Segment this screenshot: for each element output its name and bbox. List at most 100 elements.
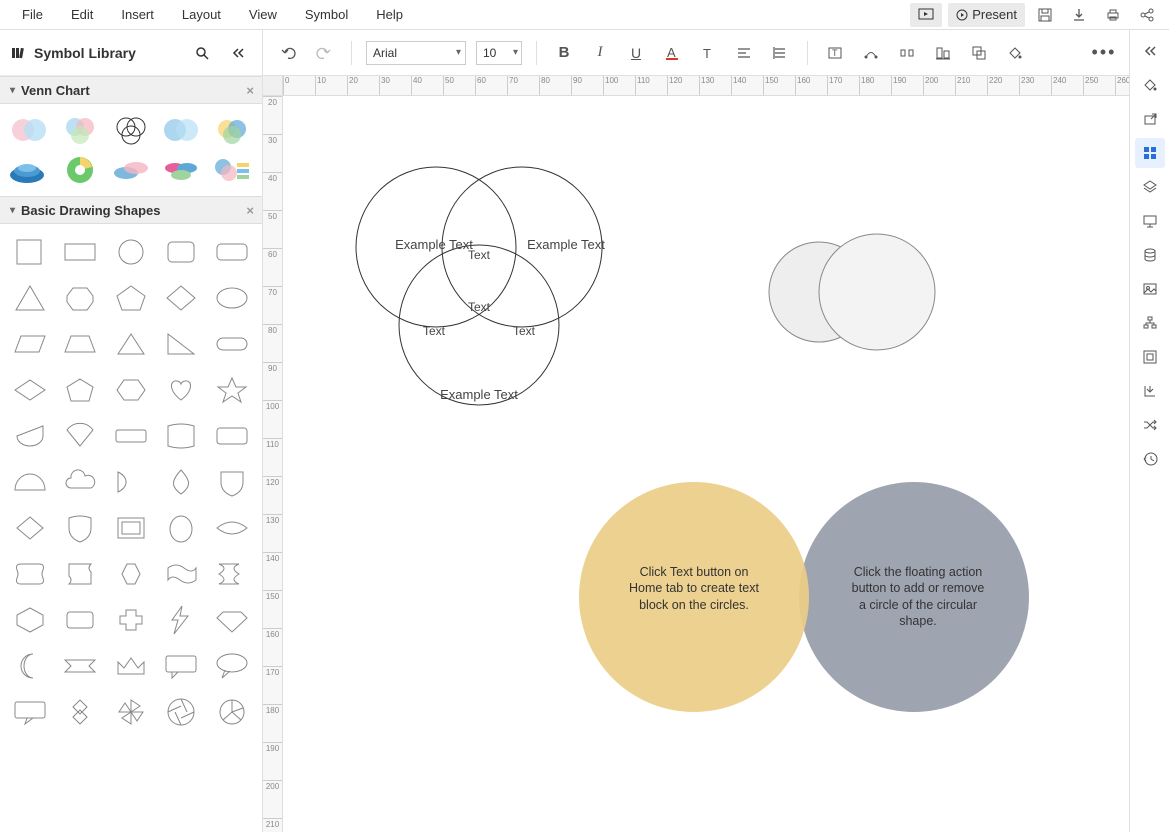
database-tool[interactable] xyxy=(1135,240,1165,270)
shape-rect4[interactable] xyxy=(210,416,254,456)
menu-insert[interactable]: Insert xyxy=(107,1,168,28)
font-color-button[interactable]: A xyxy=(659,41,685,65)
section-basic-close[interactable]: × xyxy=(246,203,254,218)
text-box-button[interactable]: T xyxy=(822,41,848,65)
align-button[interactable] xyxy=(731,41,757,65)
shape-shield[interactable] xyxy=(210,462,254,502)
menu-edit[interactable]: Edit xyxy=(57,1,107,28)
shape-rect[interactable] xyxy=(58,232,102,272)
shape-callout-rect2[interactable] xyxy=(8,692,52,732)
shape-hexagon3[interactable] xyxy=(8,600,52,640)
shape-shield2[interactable] xyxy=(58,508,102,548)
shape-pentagon2[interactable] xyxy=(58,370,102,410)
shape-roundrect3[interactable] xyxy=(58,600,102,640)
print-button[interactable] xyxy=(1099,3,1127,27)
venn-shape-3flat[interactable] xyxy=(158,152,204,188)
shape-right-triangle[interactable] xyxy=(159,324,203,364)
presentation-tool[interactable] xyxy=(1135,206,1165,236)
more-button[interactable]: ••• xyxy=(1091,41,1117,65)
shape-square[interactable] xyxy=(8,232,52,272)
shape-wave2[interactable] xyxy=(210,554,254,594)
tree-tool[interactable] xyxy=(1135,308,1165,338)
section-basic-header[interactable]: ▾ Basic Drawing Shapes × xyxy=(0,196,262,224)
shape-heart[interactable] xyxy=(159,370,203,410)
align-objects-button[interactable] xyxy=(930,41,956,65)
shape-plaque[interactable] xyxy=(58,554,102,594)
bold-button[interactable]: B xyxy=(551,41,577,65)
shuffle-tool[interactable] xyxy=(1135,410,1165,440)
shape-callout-rect[interactable] xyxy=(159,646,203,686)
shape-triangle[interactable] xyxy=(8,278,52,318)
shape-drop[interactable] xyxy=(8,416,52,456)
shape-cross[interactable] xyxy=(109,600,153,640)
underline-button[interactable]: U xyxy=(623,41,649,65)
shape-octagon[interactable] xyxy=(58,278,102,318)
shape-stadium[interactable] xyxy=(210,324,254,364)
collapse-left-button[interactable] xyxy=(224,41,252,65)
shape-hexagon2[interactable] xyxy=(109,554,153,594)
venn-shape-green-pie[interactable] xyxy=(57,152,103,188)
shape-halfcircle[interactable] xyxy=(8,462,52,502)
fill-tool[interactable] xyxy=(1135,70,1165,100)
menu-file[interactable]: File xyxy=(8,1,57,28)
venn1-center-text[interactable]: Text xyxy=(464,300,494,316)
venn-shape-3color[interactable] xyxy=(57,112,103,148)
shape-triangle2[interactable] xyxy=(109,324,153,364)
venn-shape-2pastel[interactable] xyxy=(6,112,52,148)
shape-gem[interactable] xyxy=(210,600,254,640)
venn1-centertop-text[interactable]: Text xyxy=(464,248,494,264)
shape-ellipse[interactable] xyxy=(210,278,254,318)
font-select[interactable]: Arial xyxy=(366,41,466,65)
menu-help[interactable]: Help xyxy=(362,1,417,28)
present-button[interactable]: Present xyxy=(948,3,1025,27)
shape-cloud[interactable] xyxy=(58,462,102,502)
venn-shape-ellipses[interactable] xyxy=(108,152,154,188)
slideshow-button[interactable] xyxy=(910,3,942,27)
font-size-select[interactable]: 10 xyxy=(476,41,522,65)
venn1-topright-text[interactable]: Example Text xyxy=(526,237,606,254)
canvas[interactable]: Example Text Example Text Example Text T… xyxy=(284,97,1129,832)
venn-shape-list[interactable] xyxy=(209,152,255,188)
venn-shape-3outline[interactable] xyxy=(108,112,154,148)
shape-star[interactable] xyxy=(210,370,254,410)
shape-trapezoid[interactable] xyxy=(58,324,102,364)
menu-layout[interactable]: Layout xyxy=(168,1,235,28)
spacing-button[interactable] xyxy=(767,41,793,65)
export-tool[interactable] xyxy=(1135,104,1165,134)
collapse-right-button[interactable] xyxy=(1135,36,1165,66)
shape-lens[interactable] xyxy=(210,508,254,548)
shape-ribbon[interactable] xyxy=(58,646,102,686)
shape-roundrect2[interactable] xyxy=(210,232,254,272)
venn1-centerright-text[interactable]: Text xyxy=(509,324,539,340)
shape-diamond[interactable] xyxy=(159,278,203,318)
image-tool[interactable] xyxy=(1135,274,1165,304)
venn-shape-stacked-blue[interactable] xyxy=(6,152,52,188)
fill-button[interactable] xyxy=(1002,41,1028,65)
venn-grey-text[interactable]: Click the floating action button to add … xyxy=(850,564,986,629)
italic-button[interactable]: I xyxy=(587,41,613,65)
undo-button[interactable] xyxy=(275,41,301,65)
shape-moon[interactable] xyxy=(8,646,52,686)
section-venn-header[interactable]: ▾ Venn Chart × xyxy=(0,76,262,104)
text-format-button[interactable]: T xyxy=(695,41,721,65)
shape-bracket[interactable] xyxy=(8,554,52,594)
venn1-bottom-text[interactable]: Example Text xyxy=(429,387,529,404)
shape-circle[interactable] xyxy=(109,232,153,272)
menu-view[interactable]: View xyxy=(235,1,291,28)
shape-egg[interactable] xyxy=(159,508,203,548)
menu-symbol[interactable]: Symbol xyxy=(291,1,362,28)
shape-pie[interactable] xyxy=(210,692,254,732)
shape-note[interactable] xyxy=(159,416,203,456)
shape-parallelogram[interactable] xyxy=(8,324,52,364)
save-button[interactable] xyxy=(1031,3,1059,27)
venn-shape-3multi[interactable] xyxy=(209,112,255,148)
shape-sector[interactable] xyxy=(58,416,102,456)
connector-button[interactable] xyxy=(858,41,884,65)
venn1-centerleft-text[interactable]: Text xyxy=(419,324,449,340)
redo-button[interactable] xyxy=(311,41,337,65)
shape-hexagon[interactable] xyxy=(109,370,153,410)
search-button[interactable] xyxy=(188,41,216,65)
shape-aperture[interactable] xyxy=(159,692,203,732)
shape-halfcircle2[interactable] xyxy=(109,462,153,502)
shape-diamond3[interactable] xyxy=(8,508,52,548)
